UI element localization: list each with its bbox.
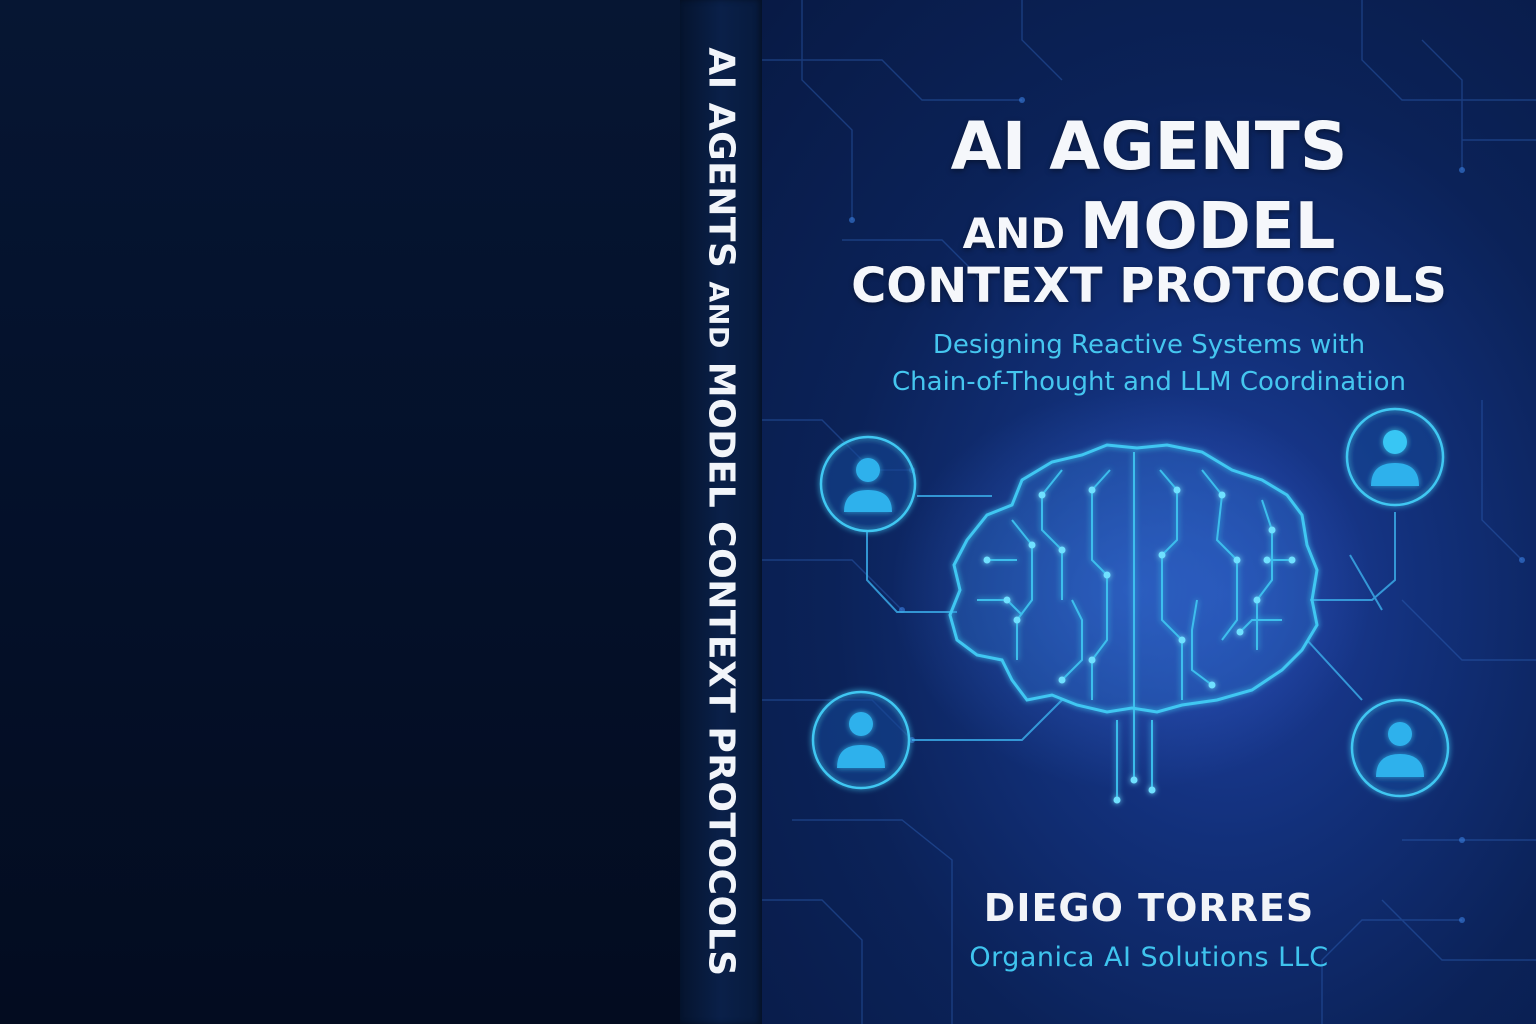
agent-avatar-icon	[1350, 698, 1450, 798]
spine-title-part1: AI AGENTS	[700, 47, 742, 282]
spine-title-part2: MODEL CONTEXT PROTOCOLS	[700, 348, 742, 977]
agent-avatar-icon	[1345, 407, 1445, 507]
back-cover	[0, 0, 680, 1024]
spine-title: AI AGENTS AND MODEL CONTEXT PROTOCOLS	[701, 47, 742, 976]
cover-title-line-3: CONTEXT PROTOCOLS	[851, 258, 1447, 314]
cover-subtitle-line-1: Designing Reactive Systems with	[932, 330, 1366, 360]
publisher-name: Organica AI Solutions LLC	[969, 942, 1329, 973]
agent-avatar-icon	[811, 690, 911, 790]
cover-title-line-2: AND MODEL	[762, 190, 1536, 264]
agent-avatar-icon	[819, 435, 917, 533]
front-cover: AI AGENTS AND MODEL CONTEXT PROTOCOLS De…	[762, 0, 1536, 1024]
cover-title-model: MODEL	[1079, 190, 1336, 264]
cover-title-line-1: AI AGENTS	[950, 108, 1348, 185]
cover-title-and: AND	[962, 209, 1080, 258]
spine-title-and: AND	[702, 281, 734, 349]
cover-subtitle-line-2: Chain-of-Thought and LLM Coordination	[892, 367, 1406, 397]
author-name: DIEGO TORRES	[983, 886, 1315, 930]
